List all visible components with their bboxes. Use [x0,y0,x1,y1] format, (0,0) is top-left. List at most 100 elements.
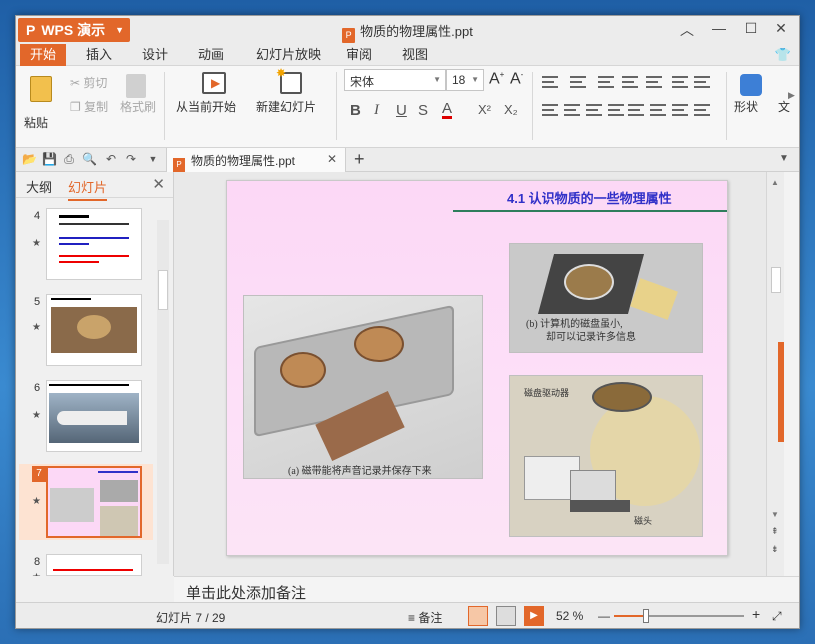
align-right-icon[interactable] [586,104,602,116]
slide-thumbnail-6[interactable] [46,380,142,452]
tab-slides[interactable]: 幻灯片 [68,177,108,201]
print-preview-icon[interactable]: 🔍 [82,152,97,166]
slide-sorter-button[interactable] [496,606,516,626]
increase-indent-icon[interactable] [622,76,638,88]
slide-thumbnail-4[interactable] [46,208,142,280]
thumbnail-scrollbar[interactable] [157,220,169,564]
font-color-button[interactable]: A [442,101,453,119]
superscript-button[interactable]: X² [478,102,491,117]
italic-button[interactable]: I [374,102,379,119]
paste-label: 粘贴 [24,116,49,130]
slide-scrollbar[interactable]: ▲ ▼ ⇞ ⇟ [766,172,784,576]
ppt-file-icon: P [173,158,185,172]
slide-title[interactable]: 4.1 认识物质的一些物理属性 [507,188,672,207]
slide-thumbnail-5[interactable] [46,294,142,366]
line-spacing-icon[interactable] [646,76,662,88]
chevron-down-icon: ▼ [433,75,441,84]
tab-home[interactable]: 开始 [20,44,67,66]
vertical-align-icon[interactable] [650,104,666,116]
slide-number: 5 [34,296,41,308]
cut-label: 剪切 [83,76,108,90]
ribbon-scroll-icon[interactable]: ▶ [788,90,795,101]
tab-slideshow[interactable]: 幻灯片放映 [246,44,331,66]
copy-button[interactable]: ❐ 复制 [70,98,108,115]
open-icon[interactable]: 📂 [22,152,37,166]
document-tab[interactable]: P 物质的物理属性.ppt ✕ [166,148,346,172]
notes-pane[interactable]: 单击此处添加备注 [174,576,799,604]
scroll-down-icon[interactable]: ▼ [771,510,779,519]
cut-button[interactable]: ✂ 剪切 [70,74,107,91]
format-painter-label: 格式刷 [120,100,157,114]
grow-font-icon[interactable]: A+ [489,70,504,88]
decrease-indent-icon[interactable] [598,76,614,88]
columns-icon[interactable] [672,76,688,88]
scissors-icon: ✂ [70,76,84,90]
new-tab-button[interactable]: + [354,149,365,170]
distribute-icon[interactable] [628,104,644,116]
font-size-field[interactable]: 18 ▼ [446,69,484,91]
notes-toggle-button[interactable]: ≡ 备注 [408,609,442,626]
print-icon[interactable]: ⎙ [62,152,76,166]
slide-thumbnail-8[interactable] [46,554,142,576]
slide-editing-area: 4.1 认识物质的一些物理属性 (a) 磁带能将声音记录并保存下来 (b) 计算… [174,172,784,576]
close-button[interactable]: ✕ [769,20,793,37]
scroll-thumb[interactable] [771,267,781,293]
text-box-icon[interactable] [694,104,710,116]
zoom-out-button[interactable]: — [598,609,610,623]
zoom-in-button[interactable]: + [752,606,760,622]
normal-view-button[interactable] [468,606,488,626]
underline-button[interactable]: U [396,102,407,119]
computer-disk-drive-image[interactable]: 磁盘驱动器 磁头 [509,375,703,537]
collapse-icon[interactable]: ︿ [675,20,699,40]
disk-caption: (b) 计算机的磁盘虽小, 却可以记录许多信息 [526,318,636,344]
shadow-text-button[interactable]: S [418,102,428,119]
previous-slide-icon[interactable]: ⇞ [771,526,779,537]
tab-animation[interactable]: 动画 [188,44,234,66]
tab-view[interactable]: 视图 [392,44,438,66]
floppy-disk-image[interactable]: (b) 计算机的磁盘虽小, 却可以记录许多信息 [509,243,703,353]
align-center-icon[interactable] [564,104,580,116]
maximize-button[interactable]: ☐ [739,20,763,37]
tab-insert[interactable]: 插入 [76,44,122,66]
star-icon: ★ [32,496,41,507]
disk-caption-line-1: (b) 计算机的磁盘虽小, [526,319,623,330]
minimize-button[interactable]: — [707,20,731,36]
fit-window-icon[interactable]: ⤢ [772,609,782,624]
current-slide[interactable]: 4.1 认识物质的一些物理属性 (a) 磁带能将声音记录并保存下来 (b) 计算… [226,180,728,556]
numbering-icon[interactable] [570,76,586,88]
cassette-tape-image[interactable]: (a) 磁带能将声音记录并保存下来 [243,295,483,479]
slideshow-button[interactable]: ▶ [524,606,544,626]
next-slide-icon[interactable]: ⇟ [771,544,779,555]
divider [164,72,165,140]
notes-placeholder: 单击此处添加备注 [186,585,307,602]
slide-thumbnail-7[interactable] [46,466,142,538]
scroll-thumb[interactable] [158,270,168,310]
tab-review[interactable]: 审阅 [336,44,382,66]
tab-outline[interactable]: 大纲 [26,177,52,196]
shapes-icon [740,74,762,96]
text-direction-icon[interactable] [694,76,710,88]
align-left-icon[interactable] [542,104,558,116]
wps-window: P WPS 演示 ▼ P 物质的物理属性.ppt ︿ — ☐ ✕ 开始 插入 设计… [15,15,800,629]
font-name-field[interactable]: 宋体 ▼ [344,69,446,91]
scroll-up-icon[interactable]: ▲ [771,178,779,187]
redo-icon[interactable]: ↷ [124,152,138,166]
bullets-icon[interactable] [542,76,558,88]
subscript-button[interactable]: X₂ [504,102,518,117]
close-icon[interactable]: ✕ [327,152,337,166]
close-icon[interactable]: ✕ [152,175,165,193]
zoom-slider[interactable] [614,609,744,623]
justify-icon[interactable] [608,104,624,116]
undo-icon[interactable]: ↶ [104,152,118,166]
zoom-knob[interactable] [643,609,649,623]
tab-menu-icon[interactable]: ▼ [777,152,791,166]
bold-button[interactable]: B [350,102,361,119]
para-spacing-icon[interactable] [672,104,688,116]
chevron-down-icon[interactable]: ▼ [146,152,160,166]
tab-design[interactable]: 设计 [132,44,178,66]
skin-icon[interactable]: 👕 [775,47,791,63]
shapes-label: 形状 [734,100,759,114]
shrink-font-icon[interactable]: A- [510,70,523,88]
save-icon[interactable]: 💾 [42,152,57,166]
side-panel-toggle[interactable] [778,342,784,442]
